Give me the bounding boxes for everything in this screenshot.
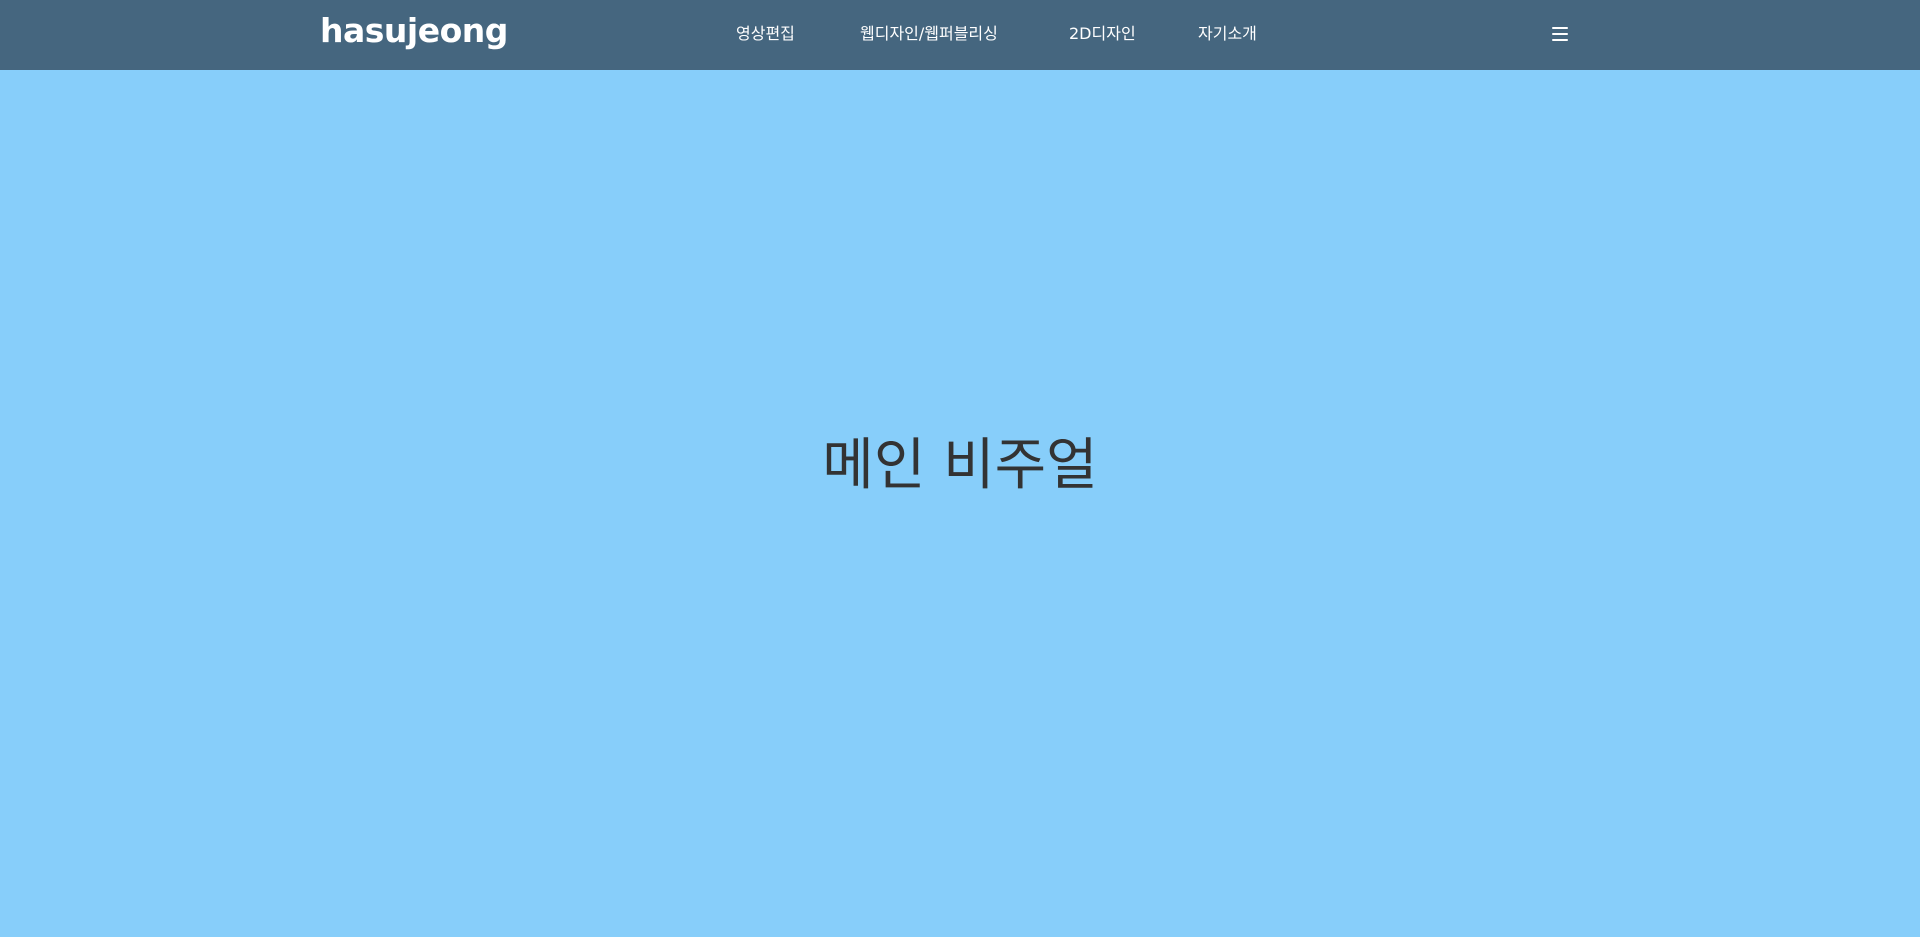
hamburger-line (1552, 27, 1568, 29)
main-visual-title: 메인 비주얼 (822, 433, 1098, 498)
site-logo[interactable]: hasujeong (320, 14, 508, 47)
hamburger-icon[interactable] (1550, 26, 1570, 42)
nav-item-about[interactable]: 자기소개 (1198, 24, 1257, 44)
site-header: hasujeong 영상편집 웹디자인/웹퍼블리싱 2D디자인 자기소개 (0, 0, 1920, 70)
main-visual: 메인 비주얼 (0, 70, 1920, 937)
nav-item-web-design[interactable]: 웹디자인/웹퍼블리싱 (860, 24, 998, 44)
nav-item-2d-design[interactable]: 2D디자인 (1069, 24, 1136, 44)
nav-item-video-editing[interactable]: 영상편집 (736, 24, 795, 44)
hamburger-line (1552, 33, 1568, 35)
hamburger-line (1552, 39, 1568, 41)
